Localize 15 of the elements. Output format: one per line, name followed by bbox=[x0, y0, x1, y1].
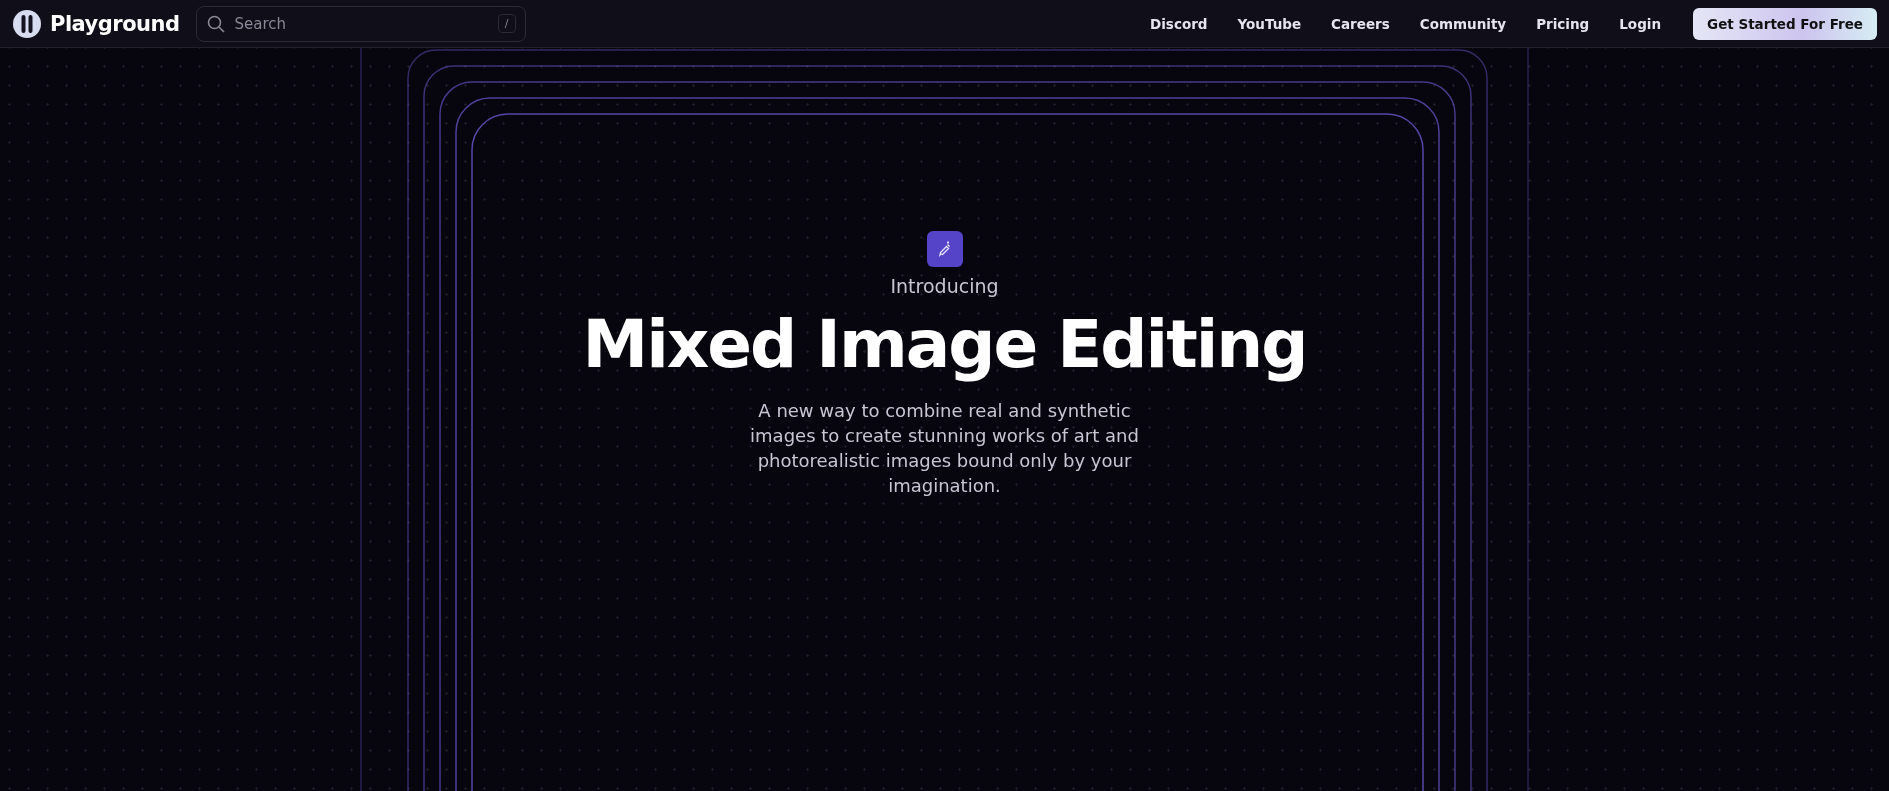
nav-link[interactable]: Login bbox=[1619, 15, 1662, 32]
hero-description: A new way to combine real and synthetic images to create stunning works of art and photorealistic images bound only by your imagination. bbox=[749, 399, 1140, 499]
nav-link[interactable]: Discord bbox=[1150, 15, 1208, 32]
nav-link[interactable]: Pricing bbox=[1536, 15, 1590, 32]
brand-name[interactable]: Playground bbox=[50, 11, 180, 36]
logo-icon bbox=[12, 8, 42, 39]
magic-pen-icon bbox=[926, 231, 963, 267]
search-icon bbox=[205, 13, 226, 34]
shortcut-key: / bbox=[497, 13, 516, 33]
nav-link[interactable]: Careers bbox=[1331, 15, 1390, 32]
nav-link[interactable]: YouTube bbox=[1237, 15, 1302, 32]
nav-link[interactable]: Community bbox=[1419, 15, 1507, 32]
get-started-button[interactable]: Get Started For Free bbox=[1693, 7, 1877, 40]
hero-title: Mixed Image Editing bbox=[582, 305, 1307, 385]
eyebrow-text: Introducing bbox=[890, 275, 999, 297]
